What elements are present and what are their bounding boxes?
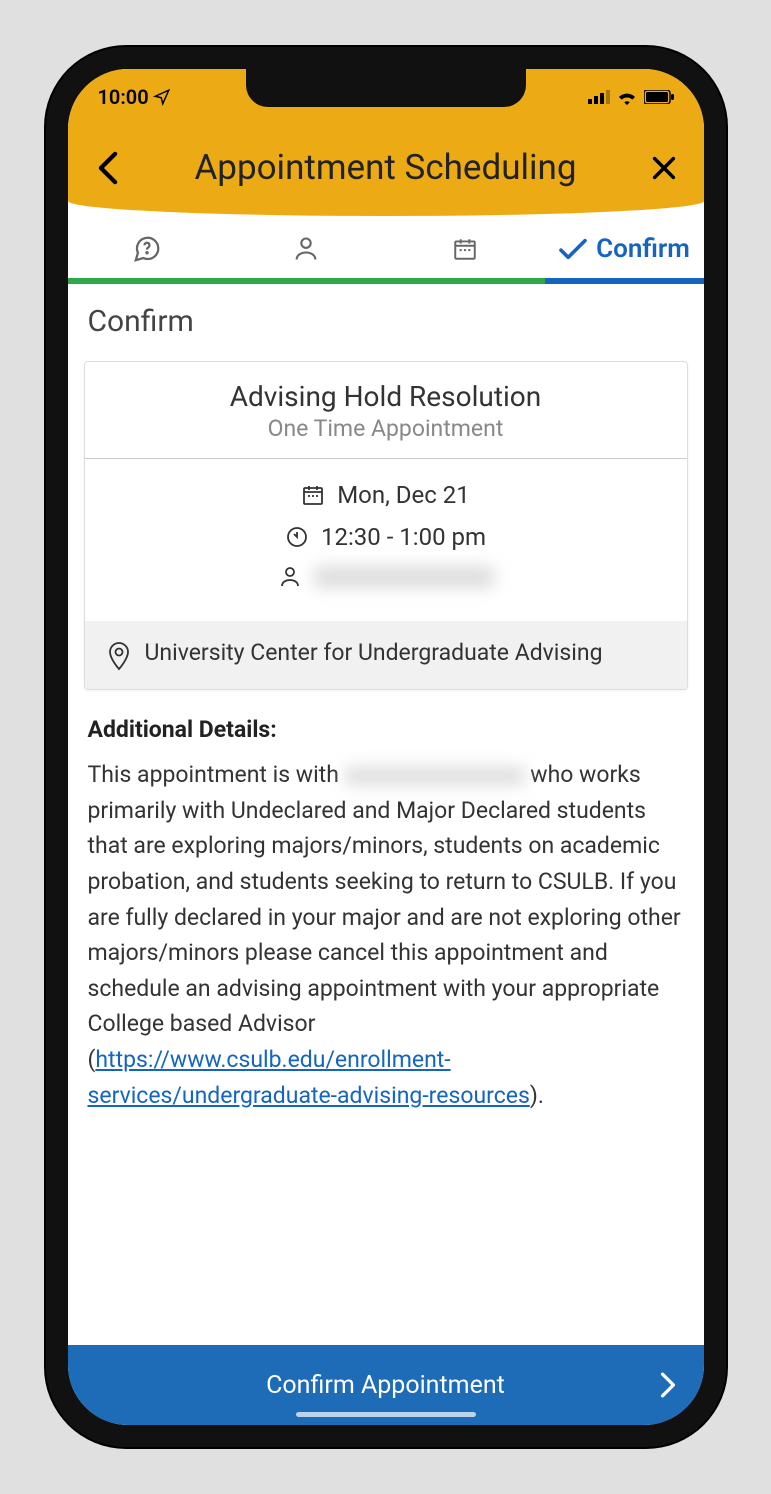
header-title: Appointment Scheduling — [128, 147, 644, 188]
advisor-name-redacted-inline — [345, 767, 525, 785]
confirm-appointment-button[interactable]: Confirm Appointment — [68, 1345, 704, 1425]
check-icon — [558, 237, 588, 261]
chevron-right-icon — [660, 1372, 676, 1398]
appointment-title: Advising Hold Resolution — [95, 380, 677, 413]
time-row: 12:30 - 1:00 pm — [95, 523, 677, 551]
content-area[interactable]: Confirm Advising Hold Resolution One Tim… — [68, 284, 704, 1345]
calendar-icon — [452, 236, 478, 262]
advisor-name-redacted — [314, 566, 494, 588]
person-icon — [278, 565, 302, 589]
notch — [246, 69, 526, 107]
details-body: who works primarily with Undeclared and … — [88, 761, 681, 1073]
calendar-icon — [301, 483, 325, 507]
section-title: Confirm — [84, 304, 688, 339]
clock-icon — [285, 525, 309, 549]
chevron-left-icon — [98, 151, 118, 185]
cellular-icon — [588, 90, 610, 104]
card-header: Advising Hold Resolution One Time Appoin… — [85, 362, 687, 459]
appointment-card: Advising Hold Resolution One Time Appoin… — [84, 361, 688, 690]
stepper-confirm-label: Confirm — [596, 234, 690, 264]
appointment-time: 12:30 - 1:00 pm — [321, 523, 486, 551]
person-icon — [292, 235, 320, 263]
appointment-date: Mon, Dec 21 — [337, 481, 470, 509]
card-body: Mon, Dec 21 12:30 - 1:00 pm — [85, 459, 687, 621]
wifi-icon — [616, 89, 638, 105]
location-arrow-icon — [153, 88, 171, 106]
stepper-date[interactable] — [386, 234, 545, 278]
stepper-person[interactable] — [227, 234, 386, 278]
stepper: Confirm — [68, 216, 704, 284]
advisor-row — [95, 565, 677, 589]
phone-screen: 10:00 Appointment Scheduling — [68, 69, 704, 1425]
details-suffix: ). — [530, 1082, 544, 1109]
status-left: 10:00 — [98, 85, 171, 109]
card-footer: University Center for Undergraduate Advi… — [85, 621, 687, 689]
home-indicator[interactable] — [296, 1412, 476, 1417]
stepper-confirm[interactable]: Confirm — [545, 234, 704, 278]
phone-frame: 10:00 Appointment Scheduling — [46, 47, 726, 1447]
close-icon — [650, 154, 678, 182]
battery-icon — [644, 90, 674, 104]
close-button[interactable] — [644, 154, 684, 182]
confirm-button-label: Confirm Appointment — [266, 1371, 505, 1400]
location-pin-icon — [107, 641, 131, 671]
status-right — [588, 89, 674, 105]
details-prefix: This appointment is with — [88, 761, 345, 788]
stepper-reason[interactable] — [68, 234, 227, 278]
back-button[interactable] — [88, 151, 128, 185]
status-time: 10:00 — [98, 85, 149, 109]
date-row: Mon, Dec 21 — [95, 481, 677, 509]
speech-question-icon — [132, 234, 162, 264]
advising-resources-link[interactable]: https://www.csulb.edu/enrollment-service… — [88, 1046, 530, 1109]
appointment-location: University Center for Undergraduate Advi… — [145, 639, 603, 666]
appointment-subtitle: One Time Appointment — [95, 415, 677, 442]
details-text: This appointment is with who works prima… — [84, 757, 688, 1137]
details-heading: Additional Details: — [84, 716, 688, 743]
app-header: Appointment Scheduling — [68, 125, 704, 216]
